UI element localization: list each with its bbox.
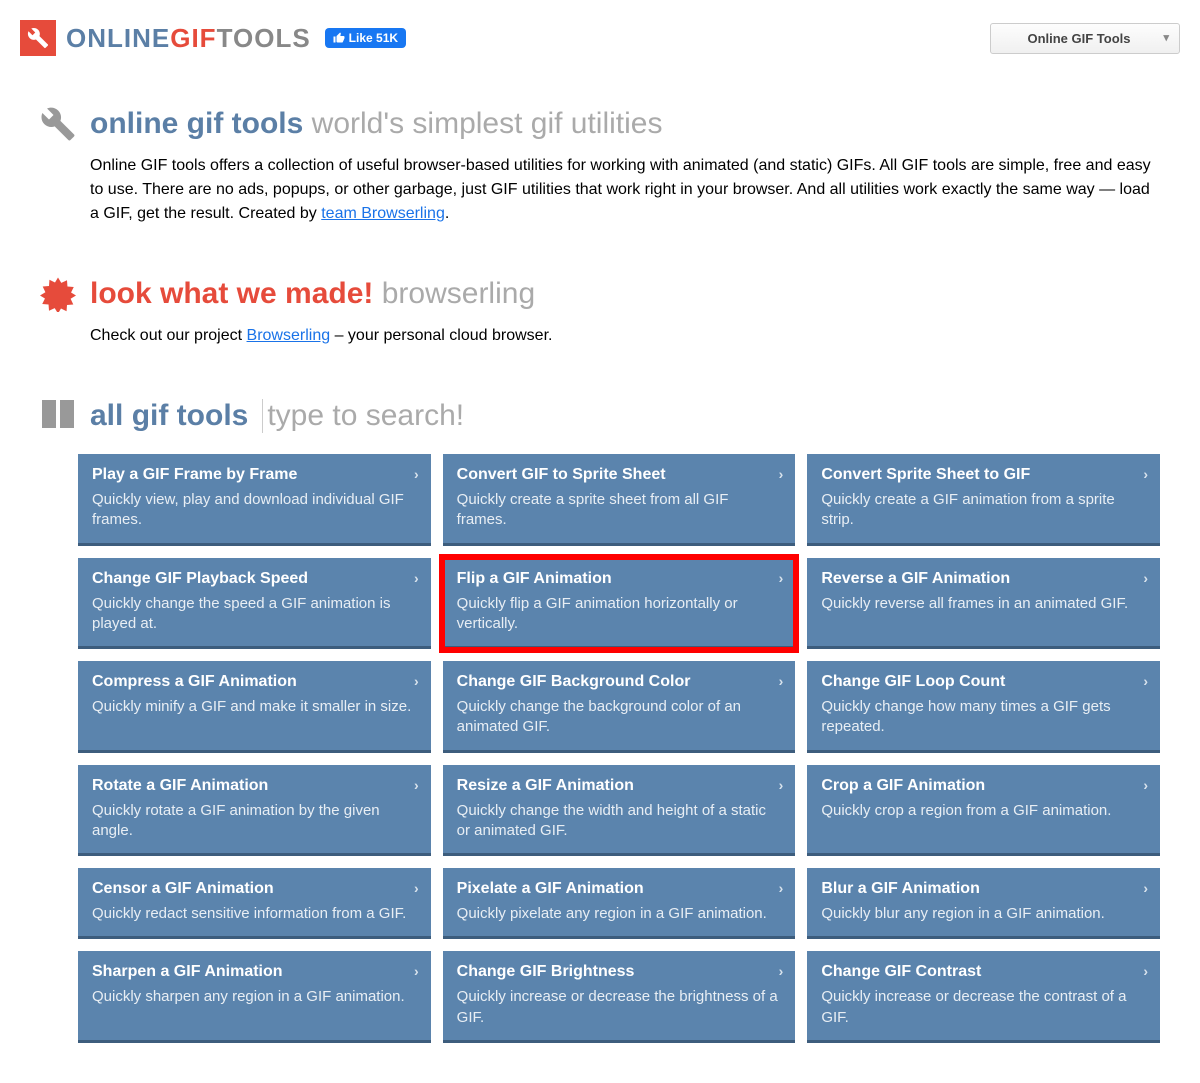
tool-card-title: Convert Sprite Sheet to GIF bbox=[821, 466, 1146, 484]
tool-card[interactable]: Change GIF Background Color Quickly chang… bbox=[443, 661, 796, 753]
intro-section: online gif tools world's simplest gif ut… bbox=[0, 106, 1200, 226]
tool-card[interactable]: Compress a GIF Animation Quickly minify a… bbox=[78, 661, 431, 753]
grid-icon bbox=[40, 398, 76, 434]
tool-card-desc: Quickly rotate a GIF animation by the gi… bbox=[92, 801, 417, 842]
tool-card-title: Rotate a GIF Animation bbox=[92, 777, 417, 795]
logo-icon bbox=[20, 20, 56, 56]
chevron-right-icon: › bbox=[1143, 963, 1148, 979]
tool-card-desc: Quickly change the width and height of a… bbox=[457, 801, 782, 842]
tool-card[interactable]: Play a GIF Frame by Frame Quickly view, p… bbox=[78, 454, 431, 546]
browserling-link[interactable]: Browserling bbox=[247, 327, 331, 344]
chevron-right-icon: › bbox=[1143, 777, 1148, 793]
chevron-right-icon: › bbox=[1143, 880, 1148, 896]
tool-card[interactable]: Change GIF Playback Speed Quickly change … bbox=[78, 558, 431, 650]
tool-card[interactable]: Resize a GIF Animation Quickly change the… bbox=[443, 765, 796, 857]
tool-card-title: Change GIF Background Color bbox=[457, 673, 782, 691]
tool-card-title: Change GIF Brightness bbox=[457, 963, 782, 981]
tool-card-title: Censor a GIF Animation bbox=[92, 880, 417, 898]
chevron-right-icon: › bbox=[779, 673, 784, 689]
tool-card-desc: Quickly sharpen any region in a GIF anim… bbox=[92, 987, 417, 1007]
fb-like-button[interactable]: Like 51K bbox=[325, 28, 406, 48]
tool-card-desc: Quickly redact sensitive information fro… bbox=[92, 904, 417, 924]
tool-card-title: Flip a GIF Animation bbox=[457, 570, 782, 588]
tool-card-title: Change GIF Loop Count bbox=[821, 673, 1146, 691]
tool-card-title: Convert GIF to Sprite Sheet bbox=[457, 466, 782, 484]
tool-card-desc: Quickly view, play and download individu… bbox=[92, 490, 417, 531]
tool-card[interactable]: Rotate a GIF Animation Quickly rotate a G… bbox=[78, 765, 431, 857]
chevron-right-icon: › bbox=[414, 466, 419, 482]
intro-title: online gif tools world's simplest gif ut… bbox=[90, 107, 663, 141]
tool-card-desc: Quickly reverse all frames in an animate… bbox=[821, 594, 1146, 614]
chevron-right-icon: › bbox=[414, 880, 419, 896]
tool-card[interactable]: Blur a GIF Animation Quickly blur any reg… bbox=[807, 868, 1160, 939]
chevron-right-icon: › bbox=[779, 880, 784, 896]
tool-card-desc: Quickly crop a region from a GIF animati… bbox=[821, 801, 1146, 821]
chevron-right-icon: › bbox=[779, 466, 784, 482]
tool-card[interactable]: Flip a GIF Animation Quickly flip a GIF a… bbox=[443, 558, 796, 650]
tool-card-title: Compress a GIF Animation bbox=[92, 673, 417, 691]
tool-card-title: Pixelate a GIF Animation bbox=[457, 880, 782, 898]
tool-card-title: Play a GIF Frame by Frame bbox=[92, 466, 417, 484]
promo-title: look what we made! browserling bbox=[90, 277, 535, 311]
chevron-right-icon: › bbox=[1143, 570, 1148, 586]
chevron-right-icon: › bbox=[1143, 673, 1148, 689]
chevron-right-icon: › bbox=[414, 673, 419, 689]
wrench-icon bbox=[40, 106, 76, 142]
tool-card-title: Sharpen a GIF Animation bbox=[92, 963, 417, 981]
tool-card[interactable]: Sharpen a GIF Animation Quickly sharpen a… bbox=[78, 951, 431, 1043]
tool-card-desc: Quickly change the background color of a… bbox=[457, 697, 782, 738]
brand-name[interactable]: ONLINEGIFTOOLS bbox=[66, 23, 311, 54]
tool-card-title: Resize a GIF Animation bbox=[457, 777, 782, 795]
tool-card[interactable]: Censor a GIF Animation Quickly redact sen… bbox=[78, 868, 431, 939]
tool-card[interactable]: Crop a GIF Animation Quickly crop a regio… bbox=[807, 765, 1160, 857]
chevron-right-icon: › bbox=[414, 777, 419, 793]
promo-body: Check out our project Browserling – your… bbox=[90, 324, 1160, 348]
tool-card-title: Reverse a GIF Animation bbox=[821, 570, 1146, 588]
tool-card-desc: Quickly create a sprite sheet from all G… bbox=[457, 490, 782, 531]
team-browserling-link[interactable]: team Browserling bbox=[321, 205, 445, 222]
chevron-right-icon: › bbox=[779, 777, 784, 793]
tool-card-desc: Quickly change how many times a GIF gets… bbox=[821, 697, 1146, 738]
tool-card[interactable]: Reverse a GIF Animation Quickly reverse a… bbox=[807, 558, 1160, 650]
tool-card-desc: Quickly blur any region in a GIF animati… bbox=[821, 904, 1146, 924]
chevron-right-icon: › bbox=[414, 963, 419, 979]
tool-card[interactable]: Change GIF Brightness Quickly increase or… bbox=[443, 951, 796, 1043]
tool-card-title: Blur a GIF Animation bbox=[821, 880, 1146, 898]
search-input[interactable] bbox=[262, 399, 662, 433]
chevron-right-icon: › bbox=[779, 570, 784, 586]
tool-card-title: Change GIF Contrast bbox=[821, 963, 1146, 981]
burst-icon bbox=[40, 276, 76, 312]
tools-grid: Play a GIF Frame by Frame Quickly view, p… bbox=[78, 454, 1160, 1043]
intro-body: Online GIF tools offers a collection of … bbox=[90, 154, 1160, 226]
tool-card-desc: Quickly increase or decrease the contras… bbox=[821, 987, 1146, 1028]
alltools-title: all gif tools bbox=[90, 399, 248, 433]
tool-card[interactable]: Convert GIF to Sprite Sheet Quickly creat… bbox=[443, 454, 796, 546]
tool-card[interactable]: Pixelate a GIF Animation Quickly pixelate… bbox=[443, 868, 796, 939]
tool-card[interactable]: Change GIF Contrast Quickly increase or d… bbox=[807, 951, 1160, 1043]
tool-card-desc: Quickly pixelate any region in a GIF ani… bbox=[457, 904, 782, 924]
chevron-right-icon: › bbox=[414, 570, 419, 586]
alltools-section: all gif tools bbox=[0, 398, 1200, 434]
tool-card-desc: Quickly increase or decrease the brightn… bbox=[457, 987, 782, 1028]
tool-card-desc: Quickly flip a GIF animation horizontall… bbox=[457, 594, 782, 635]
tool-card-desc: Quickly minify a GIF and make it smaller… bbox=[92, 697, 417, 717]
tools-dropdown[interactable]: Online GIF Tools bbox=[990, 23, 1180, 54]
promo-section: look what we made! browserling Check out… bbox=[0, 276, 1200, 348]
header: ONLINEGIFTOOLS Like 51K Online GIF Tools bbox=[0, 0, 1200, 56]
tool-card-desc: Quickly create a GIF animation from a sp… bbox=[821, 490, 1146, 531]
tool-card[interactable]: Convert Sprite Sheet to GIF Quickly creat… bbox=[807, 454, 1160, 546]
tool-card-title: Crop a GIF Animation bbox=[821, 777, 1146, 795]
tool-card-title: Change GIF Playback Speed bbox=[92, 570, 417, 588]
chevron-right-icon: › bbox=[1143, 466, 1148, 482]
tool-card[interactable]: Change GIF Loop Count Quickly change how … bbox=[807, 661, 1160, 753]
chevron-right-icon: › bbox=[779, 963, 784, 979]
tool-card-desc: Quickly change the speed a GIF animation… bbox=[92, 594, 417, 635]
